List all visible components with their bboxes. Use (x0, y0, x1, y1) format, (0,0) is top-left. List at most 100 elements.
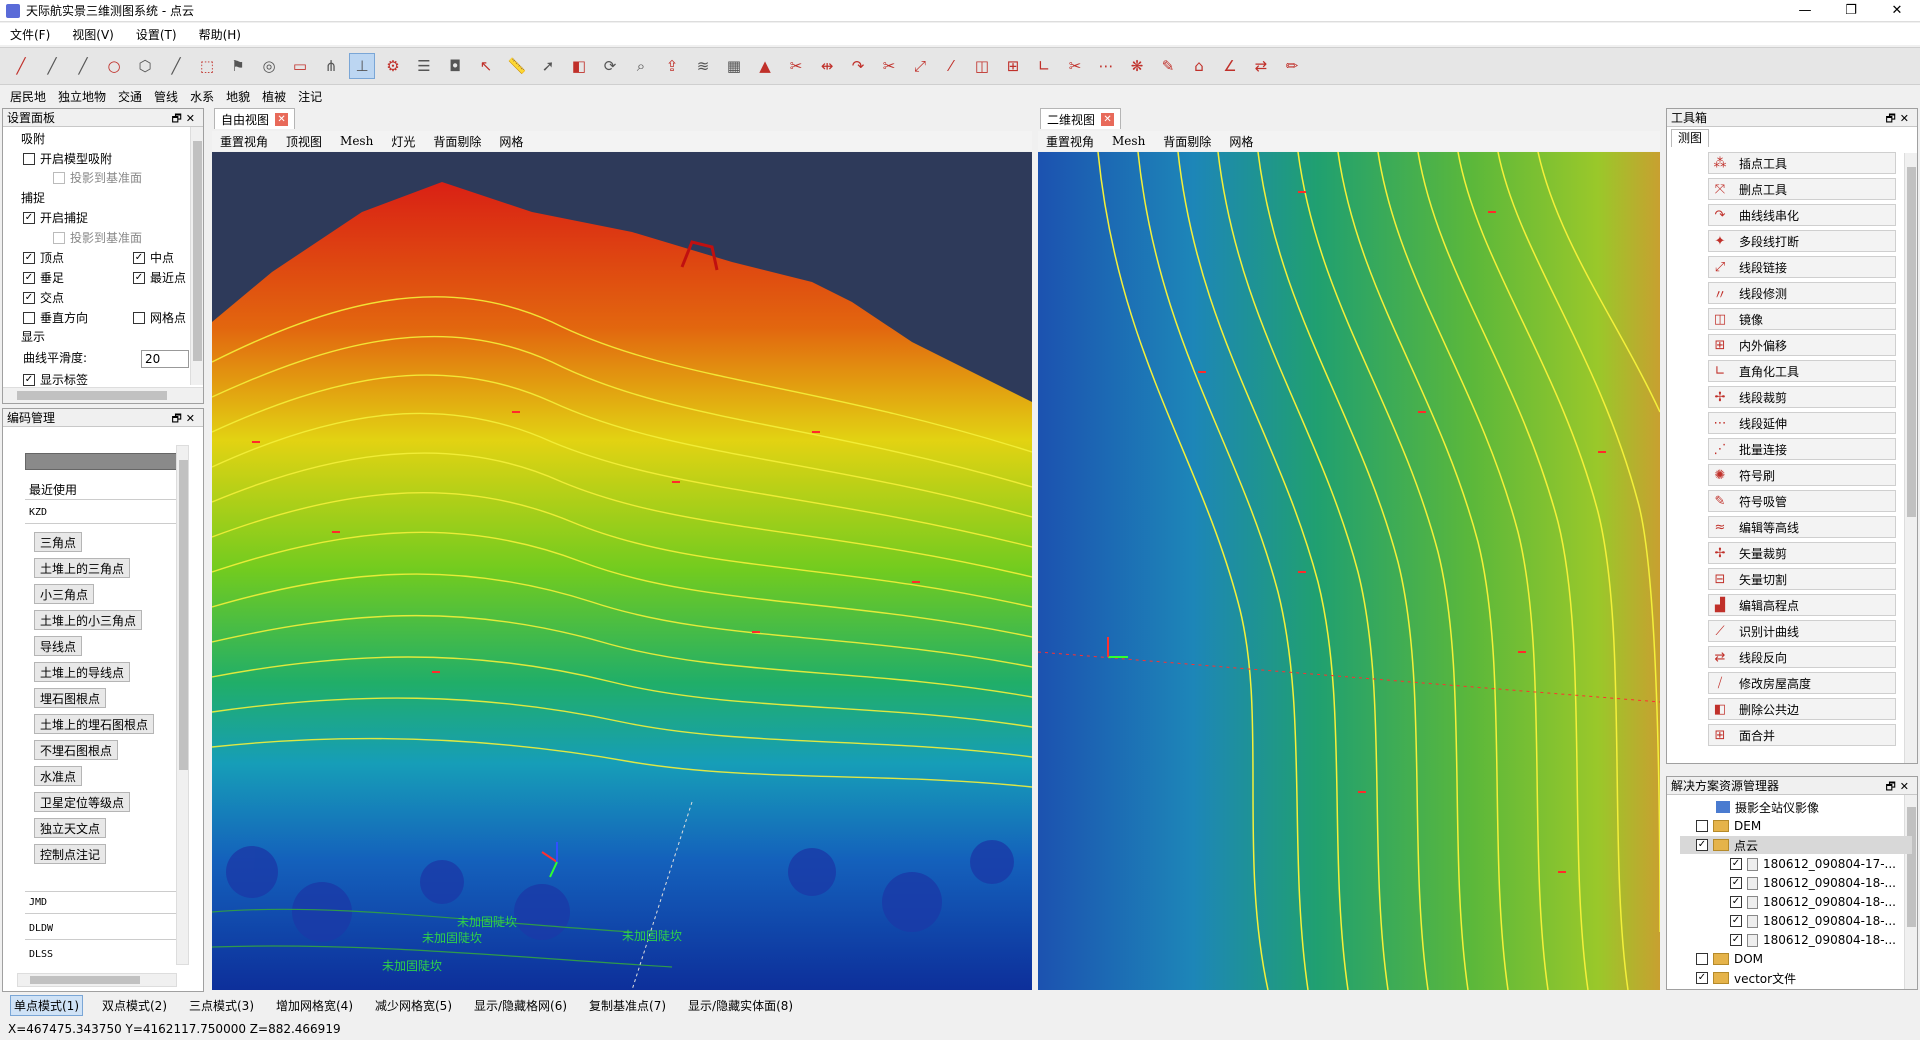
scroll-thumb[interactable] (193, 141, 202, 361)
tree-item[interactable]: 摄影全站仪影像 (1716, 798, 1819, 816)
line-tool-icon[interactable]: ╱ (39, 53, 65, 79)
tool-delete-point[interactable]: ⤧ 删点工具 (1708, 178, 1896, 200)
layer-water[interactable]: 水系 (190, 88, 214, 105)
reset-view-button[interactable]: 重置视角 (1046, 133, 1094, 150)
node-icon[interactable]: ⋔ (318, 53, 344, 79)
tree-item[interactable]: ✓ vector文件 (1696, 969, 1796, 987)
code-item-button[interactable]: 埋石图根点 (34, 688, 107, 708)
tool-insert-point[interactable]: ⁂ 插点工具 (1708, 152, 1896, 174)
line-tool-icon[interactable]: ╱ (70, 53, 96, 79)
checkbox-checked-icon[interactable]: ✓ (133, 271, 145, 284)
camera-icon[interactable]: ◘ (442, 53, 468, 79)
scroll-thumb[interactable] (30, 976, 140, 984)
tree-item[interactable]: ✓ 180612_090804-18-... (1730, 893, 1896, 911)
batch-icon[interactable]: ⋯ (1093, 53, 1119, 79)
reset-view-button[interactable]: 重置视角 (220, 133, 268, 150)
tool-break[interactable]: ✦ 多段线打断 (1708, 230, 1896, 252)
tool-house-height[interactable]: ⧸ 修改房屋高度 (1708, 672, 1896, 694)
code-group-jmd[interactable]: JMD (29, 897, 47, 908)
tool-merge[interactable]: ⊞ 面合并 (1708, 724, 1896, 746)
checkbox-icon[interactable] (133, 311, 145, 324)
tool-batch[interactable]: ⋰ 批量连接 (1708, 438, 1896, 460)
single-point-mode-button[interactable]: 单点模式(1) (10, 994, 83, 1016)
snap-vertical[interactable]: 垂直方向 (23, 309, 88, 326)
snap-nearest[interactable]: ✓ 最近点 (133, 269, 186, 286)
mesh-button[interactable]: Mesh (1112, 134, 1145, 148)
checkbox-icon[interactable] (53, 231, 65, 244)
close-tab-icon[interactable]: ✕ (275, 112, 289, 126)
mirror-icon[interactable]: ◫ (969, 53, 995, 79)
tool-reverse[interactable]: ⇄ 线段反向 (1708, 646, 1896, 668)
snap-midpoint[interactable]: ✓ 中点 (133, 249, 174, 266)
checkbox-checked-icon[interactable]: ✓ (133, 251, 145, 264)
checkbox-checked-icon[interactable]: ✓ (23, 211, 35, 224)
close-tab-icon[interactable]: ✕ (1101, 112, 1115, 126)
link-icon[interactable]: ⤢ (907, 53, 933, 79)
checkbox-icon[interactable] (1696, 820, 1708, 832)
checkbox-icon[interactable] (1696, 953, 1708, 965)
smoothness-input[interactable]: 20 (141, 350, 189, 368)
layer-vegetation[interactable]: 植被 (262, 88, 286, 105)
code-search-input[interactable] (25, 453, 181, 470)
circle-icon[interactable]: ○ (101, 53, 127, 79)
layer-landform[interactable]: 地貌 (226, 88, 250, 105)
tool-vector-cut[interactable]: ⊟ 矢量切割 (1708, 568, 1896, 590)
checkbox-checked-icon[interactable]: ✓ (1730, 915, 1742, 927)
cursor-icon[interactable]: ↖ (473, 53, 499, 79)
scroll-thumb[interactable] (17, 391, 167, 400)
code-item-button[interactable]: 水准点 (34, 766, 83, 786)
tool-contour[interactable]: ≈ 编辑等高线 (1708, 516, 1896, 538)
minimize-button[interactable]: — (1782, 0, 1828, 22)
code-item-button[interactable]: 三角点 (34, 532, 83, 552)
tool-brush[interactable]: ✺ 符号刷 (1708, 464, 1896, 486)
trim-icon[interactable]: ✂ (876, 53, 902, 79)
settings-scrollbar[interactable] (190, 127, 203, 385)
tab-mapping[interactable]: 测图 (1671, 129, 1709, 147)
layer-pipeline[interactable]: 管线 (154, 88, 178, 105)
measure-icon[interactable]: ∠ (1217, 53, 1243, 79)
export-icon[interactable]: ⇪ (659, 53, 685, 79)
hexagon-icon[interactable]: ⬡ (132, 53, 158, 79)
menu-view[interactable]: 视图(V) (68, 24, 118, 45)
tool-right-angle[interactable]: ∟ 直角化工具 (1708, 360, 1896, 382)
code-item-button[interactable]: 不埋石图根点 (34, 740, 119, 760)
settings-hscrollbar[interactable] (3, 387, 203, 403)
checkbox-checked-icon[interactable]: ✓ (1696, 839, 1708, 851)
layer-independent[interactable]: 独立地物 (58, 88, 106, 105)
checkbox-checked-icon[interactable]: ✓ (23, 271, 35, 284)
grid-button[interactable]: 网格 (499, 133, 523, 150)
snap-intersection[interactable]: ✓ 交点 (23, 289, 64, 306)
checkbox-checked-icon[interactable]: ✓ (23, 251, 35, 264)
scroll-thumb[interactable] (179, 460, 188, 770)
tab-free-view[interactable]: 自由视图 ✕ (214, 108, 296, 129)
menu-help[interactable]: 帮助(H) (195, 24, 245, 45)
tab-2d-view[interactable]: 二维视图 ✕ (1040, 108, 1122, 129)
show-labels[interactable]: ✓ 显示标签 (23, 371, 88, 388)
three-point-mode-button[interactable]: 三点模式(3) (186, 996, 257, 1015)
snap-gridpoint[interactable]: 网格点 (133, 309, 186, 326)
line-tool-icon[interactable]: ╱ (8, 53, 34, 79)
backface-cull-button[interactable]: 背面剔除 (433, 133, 481, 150)
code-item-button[interactable]: 土堆上的三角点 (34, 558, 131, 578)
panel-pin-close-icon[interactable]: 🗗✕ (1885, 110, 1913, 129)
code-item-button[interactable]: 导线点 (34, 636, 83, 656)
rectangle-icon[interactable]: ▭ (287, 53, 313, 79)
arrow-icon[interactable]: ➚ (535, 53, 561, 79)
break-icon[interactable]: ⇹ (814, 53, 840, 79)
code-group-kzd[interactable]: KZD (29, 507, 47, 518)
scroll-thumb[interactable] (1907, 167, 1916, 517)
menu-settings[interactable]: 设置(T) (132, 24, 181, 45)
two-point-mode-button[interactable]: 双点模式(2) (99, 996, 170, 1015)
checkbox-checked-icon[interactable]: ✓ (23, 291, 35, 304)
layers-icon[interactable]: ☰ (411, 53, 437, 79)
code-item-button[interactable]: 土堆上的小三角点 (34, 610, 143, 630)
tool-delete-edge[interactable]: ◧ 删除公共边 (1708, 698, 1896, 720)
maximize-button[interactable]: ❐ (1828, 0, 1874, 22)
checkbox-icon[interactable] (53, 171, 65, 184)
tool-pipette[interactable]: ✎ 符号吸管 (1708, 490, 1896, 512)
tool-extend[interactable]: ⋯ 线段延伸 (1708, 412, 1896, 434)
increase-grid-width-button[interactable]: 增加网格宽(4) (273, 996, 356, 1015)
symbol-pick-icon[interactable]: ✎ (1155, 53, 1181, 79)
free-view-canvas[interactable]: 未加固陡坎 未加固陡坎 未加固陡坎 未加固陡坎 (212, 152, 1032, 990)
snap-icon[interactable]: ⊥ (349, 53, 375, 79)
